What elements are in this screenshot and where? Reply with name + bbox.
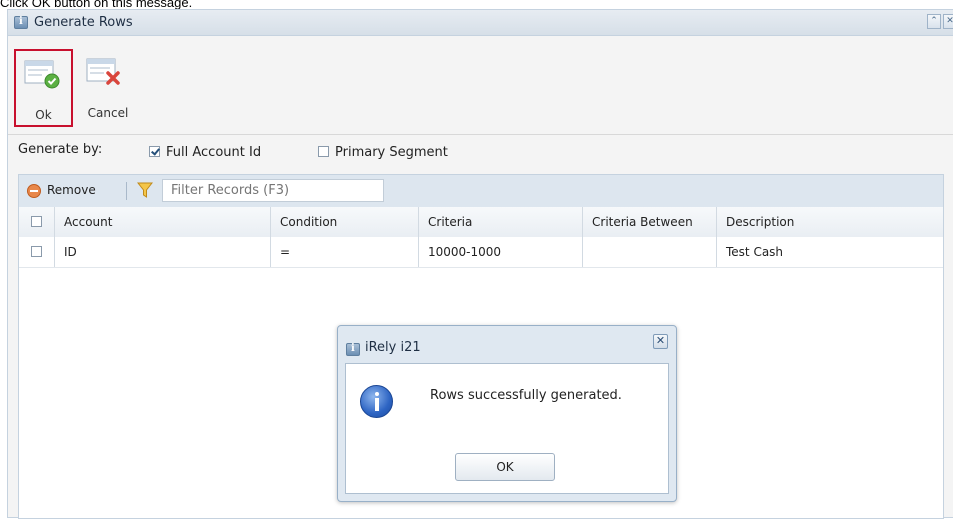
dialog-body: Rows successfully generated. OK [345, 363, 669, 494]
cancel-label: Cancel [87, 106, 129, 120]
column-header-criteria[interactable]: Criteria [419, 207, 583, 237]
cell-criteria-between[interactable] [583, 237, 717, 267]
close-icon[interactable]: ✕ [943, 14, 953, 29]
toolbar: Ok Cancel [8, 36, 953, 135]
table-row[interactable]: ID = 10000-1000 Test Cash [19, 237, 943, 268]
ok-button[interactable]: Ok [14, 49, 73, 127]
remove-button[interactable]: Remove [47, 183, 96, 197]
row-select-cell [19, 237, 55, 267]
remove-icon[interactable] [27, 184, 41, 198]
toolbar-separator [126, 182, 127, 200]
column-header-criteria-between[interactable]: Criteria Between [583, 207, 717, 237]
dialog-title: iRely i21 [365, 340, 421, 355]
message-dialog: iRely i21 ✕ Rows successfully generated.… [337, 325, 677, 502]
dialog-ok-button[interactable]: OK [455, 453, 555, 481]
full-account-id-label: Full Account Id [166, 145, 262, 160]
select-all-cell [19, 207, 55, 237]
ok-label: Ok [35, 108, 52, 122]
filter-records-input[interactable] [162, 179, 384, 202]
primary-segment-label: Primary Segment [335, 145, 448, 160]
collapse-icon[interactable]: ⌃ [927, 14, 941, 29]
cell-account[interactable]: ID [55, 237, 271, 267]
ok-check-icon [24, 60, 60, 89]
full-account-id-checkbox[interactable] [149, 146, 160, 157]
full-account-id-option[interactable]: Full Account Id [149, 145, 261, 160]
column-header-description[interactable]: Description [717, 207, 945, 237]
app-icon [14, 16, 28, 29]
column-header-account[interactable]: Account [55, 207, 271, 237]
cell-condition[interactable]: = [271, 237, 419, 267]
dialog-titlebar: iRely i21 ✕ [338, 326, 676, 360]
primary-segment-option[interactable]: Primary Segment [318, 145, 448, 160]
grid-header: Account Condition Criteria Criteria Betw… [19, 207, 943, 238]
cancel-x-icon [86, 58, 120, 85]
cancel-button[interactable]: Cancel [78, 49, 138, 127]
window-titlebar: Generate Rows ⌃ ✕ [8, 10, 953, 36]
select-all-checkbox[interactable] [31, 216, 42, 227]
cell-description[interactable]: Test Cash [717, 237, 945, 267]
dialog-close-icon[interactable]: ✕ [653, 334, 668, 349]
row-checkbox[interactable] [31, 246, 42, 257]
window-title: Generate Rows [34, 15, 133, 30]
column-header-condition[interactable]: Condition [271, 207, 419, 237]
info-icon [360, 385, 393, 418]
generate-by-label: Generate by: [18, 142, 103, 157]
cell-criteria[interactable]: 10000-1000 [419, 237, 583, 267]
primary-segment-checkbox[interactable] [318, 146, 329, 157]
dialog-message: Rows successfully generated. [430, 388, 622, 403]
dialog-app-icon [346, 343, 360, 356]
filter-icon[interactable] [137, 182, 153, 199]
grid-toolbar: Remove [19, 175, 943, 208]
